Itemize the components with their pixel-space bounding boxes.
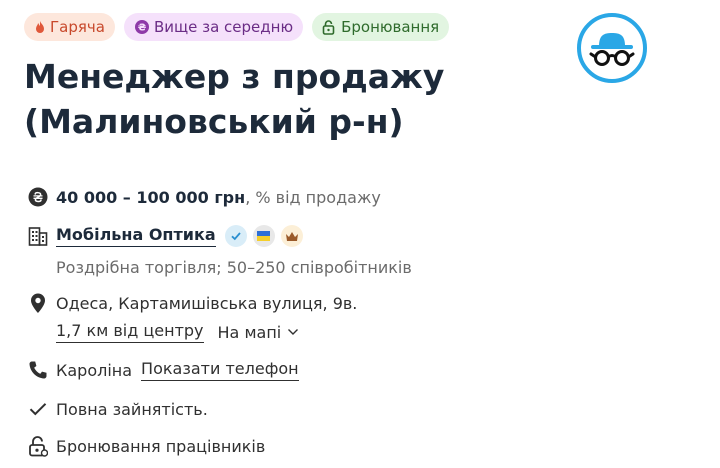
svg-text:₴: ₴ (138, 23, 147, 34)
phone-icon (27, 359, 49, 381)
show-on-map-button[interactable]: На мапі (218, 323, 300, 342)
lock-icon (27, 435, 49, 457)
address-text: Одеса, Картамишівська вулиця, 9в. (56, 293, 358, 313)
ukraine-flag-icon (252, 225, 275, 247)
distance-link[interactable]: 1,7 км від центру (56, 321, 204, 343)
show-on-map-label: На мапі (217, 322, 282, 342)
employment-type: Повна зайнятість. (56, 399, 208, 419)
fire-icon (36, 20, 44, 33)
tag-reservation: Бронювання (312, 13, 450, 41)
chevron-down-icon (288, 329, 299, 335)
vacancy-tags: Гаряча ₴ Вище за середню Бронювання (24, 13, 450, 41)
salary-amount: 40 000 – 100 000 грн (56, 187, 246, 207)
building-icon (27, 225, 49, 247)
company-row: Мобільна Оптика (27, 225, 303, 247)
employment-row: Повна зайнятість. (27, 398, 208, 420)
crown-icon (280, 225, 303, 247)
company-description: Роздрібна торгівля; 50–250 співробітникі… (56, 258, 412, 277)
company-logo[interactable] (577, 13, 647, 83)
checkmark-icon (27, 398, 49, 420)
tag-salary-label: Вище за середню (153, 18, 294, 36)
lock-icon (322, 20, 335, 35)
show-phone-button[interactable]: Показати телефон (141, 359, 299, 381)
coin-icon: ₴ (134, 20, 149, 34)
location-row: Одеса, Картамишівська вулиця, 9в. (27, 292, 357, 314)
page-title: Менеджер з продажу (Малиновський р-н) (24, 57, 445, 141)
tag-hot: Гаряча (24, 13, 115, 41)
hryvnia-icon (27, 186, 49, 208)
tag-salary-above-average: ₴ Вище за середню (123, 13, 304, 41)
reservation-row: Бронювання працівників (27, 435, 265, 457)
reservation-text: Бронювання працівників (56, 436, 266, 456)
salary-row: 40 000 – 100 000 грн , % від продажу (27, 186, 381, 208)
company-name-link[interactable]: Мобільна Оптика (56, 225, 216, 247)
tag-hot-label: Гаряча (50, 18, 105, 36)
incognito-hat-glasses-icon (589, 33, 635, 66)
location-links: 1,7 км від центру На мапі (56, 321, 299, 343)
verified-icon (224, 225, 247, 247)
contact-name: Кароліна (56, 360, 133, 380)
location-pin-icon (27, 292, 49, 314)
contact-row: Кароліна Показати телефон (27, 359, 299, 381)
salary-note: , % від продажу (245, 187, 381, 207)
tag-reservation-label: Бронювання (341, 18, 440, 36)
